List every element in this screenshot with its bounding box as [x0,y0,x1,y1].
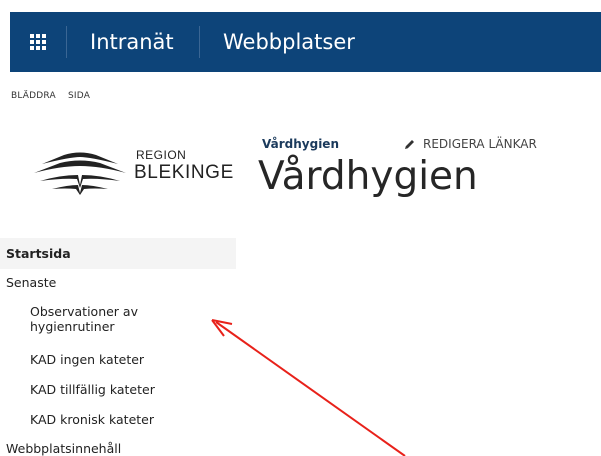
red-arrow-icon [211,319,406,456]
